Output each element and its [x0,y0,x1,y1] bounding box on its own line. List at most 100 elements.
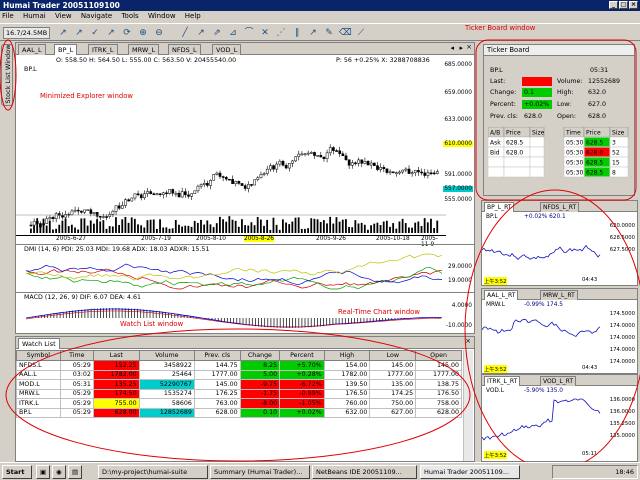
menu-file[interactable]: File [2,12,14,20]
candle-body [300,153,304,156]
watch-list-tab[interactable]: Watch List [18,338,60,349]
draw-polyline-icon[interactable]: ⟋ [354,26,368,39]
column-header[interactable]: Last [92,350,140,361]
volume-bar [278,229,281,233]
erase-icon[interactable]: ⌫ [338,26,352,39]
tab-bp-l[interactable]: BP_L [54,44,78,55]
column-header[interactable]: Time [59,350,94,361]
rt-start-time: 上午3:52 [484,451,507,459]
rt-tab[interactable]: VOD_L_RT [540,376,577,386]
tab-scroll-left-icon[interactable]: ◂ [450,44,454,52]
task-netbeans[interactable]: NetBeans IDE 20051109... [312,465,417,479]
tab-aal-l[interactable]: AAL_L [18,44,46,55]
volume-bar [146,220,149,233]
tab-nfds-l[interactable]: NFDS_L [168,44,201,55]
tab-vod-l[interactable]: VOD_L [212,44,242,55]
column-header[interactable]: Symbol [16,350,61,361]
minimize-button[interactable]: _ [609,1,618,9]
column-header[interactable]: Volume [138,350,195,361]
start-button[interactable]: Start [2,465,32,479]
rt-tab[interactable]: NFDS_L_RT [540,202,580,212]
table-cell: ITRK.L [16,398,61,409]
volume-bar [398,221,401,233]
date-axis-cursor-label: 2005-8-26 [244,236,275,242]
menu-humai[interactable]: Humai [23,12,46,20]
draw-cross-icon[interactable]: ✕ [258,26,272,39]
menu-help[interactable]: Help [185,12,201,20]
table-cell: 135.00 [369,379,417,390]
draw-gann-icon[interactable]: ⋰ [274,26,288,39]
close-button[interactable]: × [629,1,638,9]
refresh-icon[interactable]: ⟳ [120,26,134,39]
rt-tab[interactable]: AAL_L_RT [484,290,519,300]
table-row[interactable]: NFDS.L 05:29 152.25 3458922 144.75 8.25 +5.70%… [16,360,462,371]
tab-itrk-l[interactable]: ITRK_L [88,44,118,55]
rt-tab[interactable]: ITRK_L_RT [484,376,521,386]
volume-bar [212,227,215,233]
memory-indicator[interactable]: 16.7/24.5MB [3,27,51,39]
volume-label: Volume: [557,78,583,85]
column-header[interactable]: Open [415,350,462,361]
menu-window[interactable]: Window [148,12,176,20]
quick-launch-explorer-icon[interactable]: ▤ [68,465,82,479]
menu-navigate[interactable]: Navigate [81,12,112,20]
table-cell: 628.00 [92,407,140,418]
zoom-in-icon[interactable]: ⊕ [136,26,150,39]
table-cell: 627.00 [369,407,417,418]
draw-trend-icon[interactable]: ↗ [194,26,208,39]
watch-list-scrollbar[interactable] [463,350,473,461]
column-header[interactable]: Percent [279,350,325,361]
column-header[interactable]: Change [239,350,281,361]
rt-tab[interactable]: BP_L_RT [484,202,515,212]
table-row[interactable]: BP.L 05:29 628.00 12852689 628.00 0.10 +0.02% 6… [16,407,462,418]
watch-list-close-icon[interactable]: × [465,337,471,345]
draw-ray-icon[interactable]: ↗ [306,26,320,39]
tab-scroll-right-icon[interactable]: ▸ [459,44,463,52]
candle-body [382,167,386,170]
stock-list-tab-label: Stock List Window [4,44,12,104]
dmi-pane[interactable]: DMI (14, 6) PDI: 25.03 MDI: 19.68 ADX: 1… [16,244,474,290]
maximize-button[interactable]: □ [619,1,628,9]
table-cell-text: 628.0 [586,150,603,157]
column-header[interactable]: Prev. cls [193,350,241,361]
menu-tools[interactable]: Tools [121,12,138,20]
task-humai-trader[interactable]: Humai Trader 20051109... [420,465,520,479]
stock-list-side-tab[interactable]: Stock List Window [1,44,13,106]
column-header[interactable]: Low [369,350,417,361]
zoom-out-icon[interactable]: ⊖ [152,26,166,39]
rt-tab[interactable]: MRW_L_RT [540,290,578,300]
chart-line-icon[interactable]: ↗ [72,26,86,39]
chart-compare-icon[interactable]: ↗ [104,26,118,39]
rt-axis-label: 628.5000 [609,235,635,241]
draw-arc-icon[interactable]: ⌒ [242,26,256,39]
column-header[interactable]: High [323,350,371,361]
draw-parallel-icon[interactable]: ∥ [290,26,304,39]
chart-area-icon[interactable]: ✓ [88,26,102,39]
quick-launch-desktop-icon[interactable]: ▣ [36,465,50,479]
table-row[interactable]: MOD.L 05:31 135.25 52290767 145.00 -9.75 -6.72… [16,379,462,390]
tab-close-icon[interactable]: × [466,43,472,51]
volume-bar [215,223,218,233]
volume-bar [165,227,168,233]
task-folder[interactable]: D:\my-project\humai-suite [98,465,208,479]
open-icon[interactable]: ↗ [56,26,70,39]
table-row[interactable]: ITRK.L 05:29 755.00 58606 763.00 -8.00 -1.05% 7… [16,398,462,409]
open-value: 628.0 [588,113,607,120]
candle-body [218,172,222,177]
volume-bar [133,218,136,233]
task-summary[interactable]: Summary (Humai Trader)... [210,465,310,479]
volume-bar [294,217,297,233]
date-axis-label: 2005-8-10 [196,236,227,242]
draw-text-icon[interactable]: ✎ [322,26,336,39]
price-axis-label: 685.0000 [444,62,472,68]
price-chart[interactable] [16,55,446,235]
table-row[interactable]: MRW.L 05:29 174.50 1535274 176.25 -1.75 -0.99%… [16,388,462,399]
menu-view[interactable]: View [55,12,72,20]
draw-line-icon[interactable]: ╱ [178,26,192,39]
draw-channel-icon[interactable]: ⇗ [210,26,224,39]
table-row[interactable]: AAL.L 03:02 1782.00 25464 1777.00 5.00 +0.28% 1… [16,369,462,380]
quick-launch-browser-icon[interactable]: ◉ [52,465,66,479]
tab-mrw-l[interactable]: MRW_L [128,44,160,55]
table-cell [488,166,505,178]
draw-fib-icon[interactable]: ⊿ [226,26,240,39]
